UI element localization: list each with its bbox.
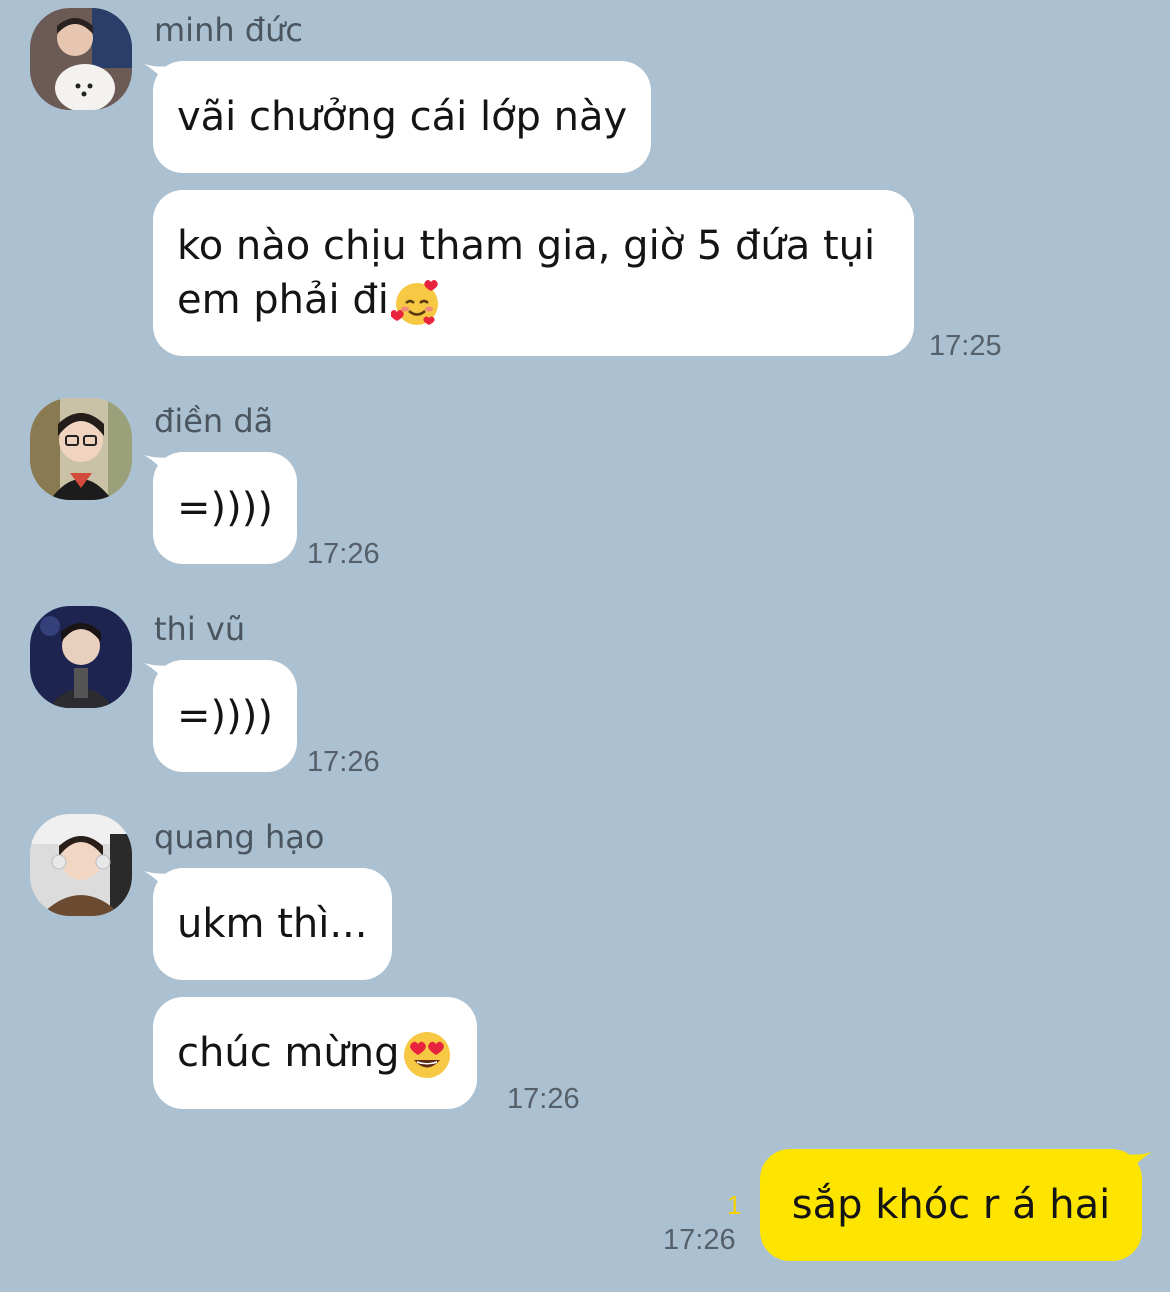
avatar-photo xyxy=(30,814,132,916)
sender-name: điền dã xyxy=(154,402,274,440)
message-text: =)))) xyxy=(177,485,273,531)
sender-name: thi vũ xyxy=(154,610,246,648)
message-time: 17:26 xyxy=(307,746,380,778)
message-bubble[interactable]: chúc mừng xyxy=(153,997,478,1109)
avatar-thi-vu[interactable] xyxy=(30,606,132,708)
smiling-face-with-hearts-icon xyxy=(390,276,443,328)
message-time: 17:26 xyxy=(307,538,380,570)
unread-count: 1 xyxy=(727,1190,742,1220)
message-time: 17:26 xyxy=(663,1224,736,1256)
message-text: vãi chưởng cái lớp này xyxy=(177,94,628,140)
avatar-minh-duc[interactable] xyxy=(30,8,132,110)
sender-name: quang hạo xyxy=(154,818,325,856)
message-bubble[interactable]: =)))) xyxy=(153,660,297,772)
sender-name: minh đức xyxy=(154,11,303,49)
message-bubble-outgoing[interactable]: sắp khóc r á hai xyxy=(760,1149,1142,1261)
message-time: 17:26 xyxy=(507,1083,580,1115)
avatar-quang-hao[interactable] xyxy=(30,814,132,916)
message-text: ko nào chịu tham gia, giờ 5 đứa tụi em p… xyxy=(177,222,876,323)
avatar-photo xyxy=(30,398,132,500)
avatar-photo xyxy=(30,8,132,110)
heart-eyes-icon xyxy=(401,1029,453,1081)
message-bubble[interactable]: =)))) xyxy=(153,452,297,564)
message-time: 17:25 xyxy=(929,330,1002,362)
avatar-photo xyxy=(30,606,132,708)
message-text: chúc mừng xyxy=(177,1029,400,1076)
message-text: =)))) xyxy=(177,693,273,739)
message-text: ukm thì... xyxy=(177,901,368,947)
message-bubble[interactable]: ukm thì... xyxy=(153,868,392,980)
message-text: sắp khóc r á hai xyxy=(791,1182,1111,1228)
message-bubble[interactable]: vãi chưởng cái lớp này xyxy=(153,61,652,173)
message-bubble[interactable]: ko nào chịu tham gia, giờ 5 đứa tụi em p… xyxy=(153,190,914,356)
avatar-dien-da[interactable] xyxy=(30,398,132,500)
